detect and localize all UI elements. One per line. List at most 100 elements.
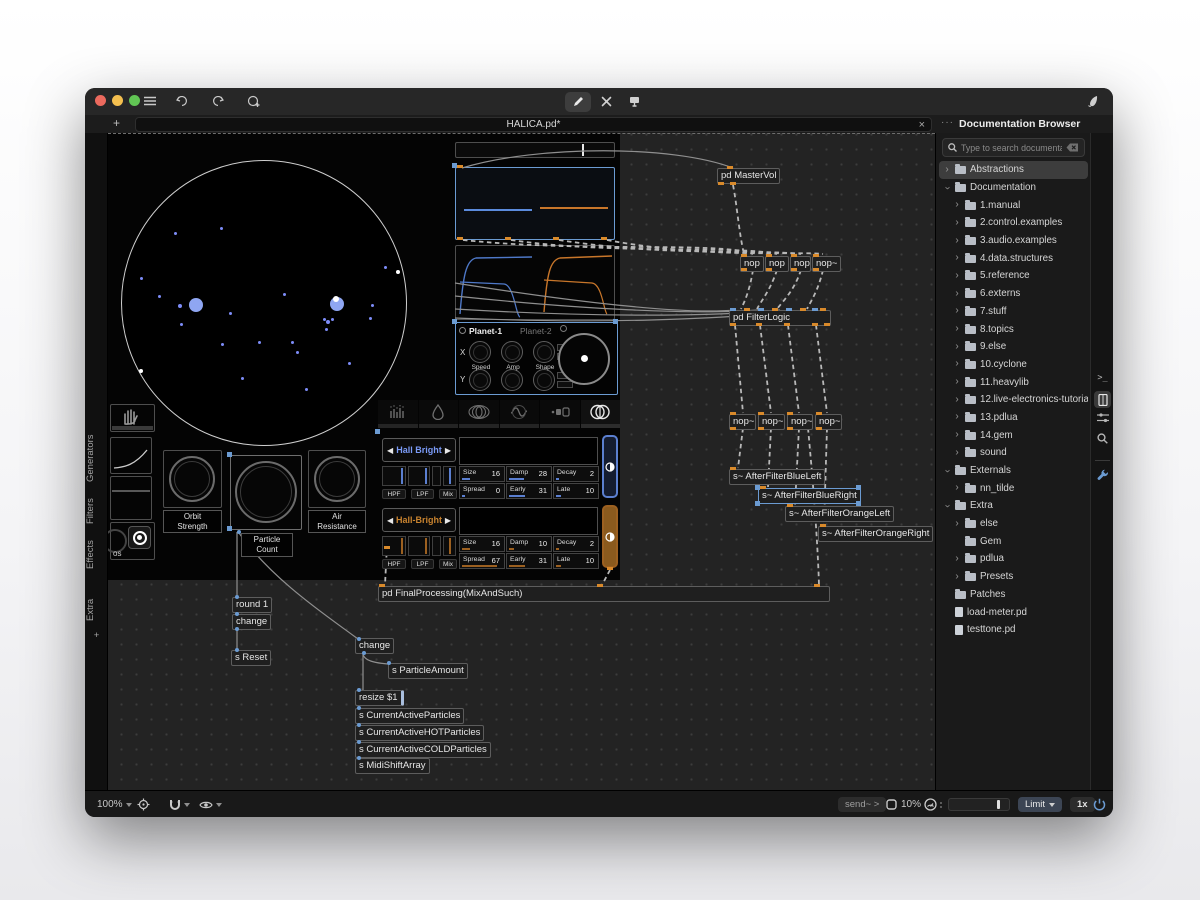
tree-item-13.pdlua[interactable]: ›13.pdlua (939, 409, 1088, 427)
tree-item-4.data.structures[interactable]: ›4.data.structures (939, 249, 1088, 267)
tree-item-8.topics[interactable]: ›8.topics (939, 320, 1088, 338)
filter-button-mix[interactable]: Mix (439, 489, 457, 499)
array-graph-1[interactable] (455, 167, 615, 240)
bottom-mini-panel[interactable]: os (110, 522, 155, 560)
param-late[interactable]: Late10 (553, 483, 599, 499)
patch-canvas[interactable]: os Planet-1 Planet-2 X Y (108, 133, 935, 790)
tree-item-else[interactable]: ›else (939, 515, 1088, 533)
palette-tab-effects[interactable]: Effects (85, 535, 108, 575)
filter-button-lpf[interactable]: LPF (411, 559, 434, 569)
chevron-icon[interactable]: › (953, 290, 961, 298)
planet1-label[interactable]: Planet-1 (469, 326, 502, 336)
object-send-blueleft[interactable]: s~ AfterFilterBlueLeft (729, 469, 825, 485)
chevron-icon[interactable]: › (953, 219, 961, 227)
object-pd-filterlogic[interactable]: pd FilterLogic (729, 310, 831, 326)
tree-item-Externals[interactable]: ›Externals (939, 462, 1088, 480)
edit-mode-button[interactable] (565, 92, 591, 112)
tree-item-14.gem[interactable]: ›14.gem (939, 426, 1088, 444)
add-object-icon[interactable] (245, 92, 263, 110)
object-nop-2[interactable]: nop (765, 256, 789, 272)
center-canvas-icon[interactable] (137, 791, 150, 817)
object-nop2-2[interactable]: nop~ (758, 414, 785, 430)
object-nop2-3[interactable]: nop~ (787, 414, 813, 430)
minimize-window-button[interactable] (112, 95, 123, 106)
chevron-icon[interactable]: › (953, 237, 961, 245)
tree-item-12.live-electronics-tutorial[interactable]: ›12.live-electronics-tutorial (939, 391, 1088, 409)
param-decay[interactable]: Decay2 (553, 466, 599, 482)
reverb2-preset-selector[interactable]: ◀ Hall-Bright ▶ (382, 508, 456, 532)
tab-close-icon[interactable]: × (919, 118, 925, 132)
chevron-icon[interactable]: › (953, 555, 961, 563)
filter-slider-2[interactable] (432, 536, 441, 556)
palette-tab-add[interactable]: + (85, 630, 108, 644)
parameters-icon[interactable] (1091, 413, 1113, 423)
x-shape-knob[interactable] (533, 341, 555, 363)
orbit-strength-knob-panel[interactable] (163, 450, 222, 508)
close-window-button[interactable] (95, 95, 106, 106)
planet2-label[interactable]: Planet-2 (520, 326, 552, 336)
object-round[interactable]: round 1 (232, 597, 272, 613)
param-early[interactable]: Early31 (506, 483, 552, 499)
tree-item-7.stuff[interactable]: ›7.stuff (939, 303, 1088, 321)
y-amp-knob[interactable] (501, 369, 523, 391)
preset-prev-icon[interactable]: ◀ (387, 446, 393, 455)
air-resistance-knob-panel[interactable] (308, 450, 366, 508)
filter-button-hpf[interactable]: HPF (382, 559, 406, 569)
param-early[interactable]: Early31 (506, 553, 552, 569)
documentation-icon-active[interactable] (1094, 391, 1111, 408)
filter-slider-0[interactable] (382, 536, 406, 556)
panel-menu-icon[interactable]: ··· (941, 117, 954, 128)
undo-icon[interactable] (174, 92, 190, 110)
object-pd-mastervol[interactable]: pd MasterVol (717, 168, 780, 184)
chevron-icon[interactable]: › (953, 431, 961, 439)
chevron-icon[interactable]: › (953, 254, 961, 262)
filter-button-lpf[interactable]: LPF (411, 489, 434, 499)
tree-item-nn_tilde[interactable]: ›nn_tilde (939, 479, 1088, 497)
eq-bars-icon[interactable] (378, 400, 418, 428)
tree-item-Gem[interactable]: Gem (939, 532, 1088, 550)
main-menu-icon[interactable] (141, 92, 159, 110)
chorus-rings-icon[interactable] (459, 400, 499, 428)
chevron-icon[interactable]: › (953, 272, 961, 280)
tree-item-3.audio.examples[interactable]: ›3.audio.examples (939, 232, 1088, 250)
param-spread[interactable]: Spread0 (459, 483, 505, 499)
chevron-icon[interactable]: › (943, 184, 951, 192)
param-damp[interactable]: Damp28 (506, 466, 552, 482)
delay-boxes-icon[interactable] (540, 400, 580, 428)
planet-panel[interactable]: Planet-1 Planet-2 X Y Speed Amp Shape (455, 322, 618, 395)
y-toggle-b[interactable] (557, 381, 573, 388)
param-spread[interactable]: Spread67 (459, 553, 505, 569)
tree-item-1.manual[interactable]: ›1.manual (939, 196, 1088, 214)
tree-item-pdlua[interactable]: ›pdlua (939, 550, 1088, 568)
chevron-icon[interactable]: › (953, 378, 961, 386)
wave-icon[interactable] (500, 400, 540, 428)
tree-item-9.else[interactable]: ›9.else (939, 338, 1088, 356)
tree-item-5.reference[interactable]: ›5.reference (939, 267, 1088, 285)
tree-item-Documentation[interactable]: ›Documentation (939, 179, 1088, 197)
snap-magnet-dropdown[interactable] (169, 791, 190, 817)
param-damp[interactable]: Damp10 (506, 536, 552, 552)
new-tab-button[interactable]: + (113, 116, 120, 130)
tree-item-Abstractions[interactable]: ›Abstractions (939, 161, 1088, 179)
tree-item-6.externs[interactable]: ›6.externs (939, 285, 1088, 303)
tab-halica[interactable]: HALICA.pd* × (135, 117, 932, 132)
filter-slider-1[interactable] (408, 466, 430, 486)
chevron-icon[interactable]: › (953, 573, 961, 581)
filter-slider-2[interactable] (432, 466, 441, 486)
filter-slider-3[interactable] (443, 466, 456, 486)
console-icon[interactable]: >_ (1091, 373, 1113, 383)
limit-dropdown[interactable]: Limit (1018, 791, 1062, 817)
object-send-currentactivehotparticles[interactable]: s CurrentActiveHOTParticles (355, 725, 484, 741)
stereo-reverb-icon[interactable] (581, 400, 621, 428)
search-panel-icon[interactable] (1091, 433, 1113, 444)
bang-button[interactable] (128, 526, 151, 549)
run-mode-button[interactable] (593, 92, 619, 112)
zoom-level-dropdown[interactable]: 100% (97, 791, 132, 817)
object-pd-finalprocessing[interactable]: pd FinalProcessing(MixAndSuch) (378, 586, 830, 602)
theme-brush-icon[interactable] (1085, 92, 1101, 110)
redo-icon[interactable] (210, 92, 226, 110)
chevron-icon[interactable]: › (953, 484, 961, 492)
chevron-icon[interactable]: › (953, 520, 961, 528)
tree-item-sound[interactable]: ›sound (939, 444, 1088, 462)
object-send-blueright[interactable]: s~ AfterFilterBlueRight (758, 488, 861, 504)
